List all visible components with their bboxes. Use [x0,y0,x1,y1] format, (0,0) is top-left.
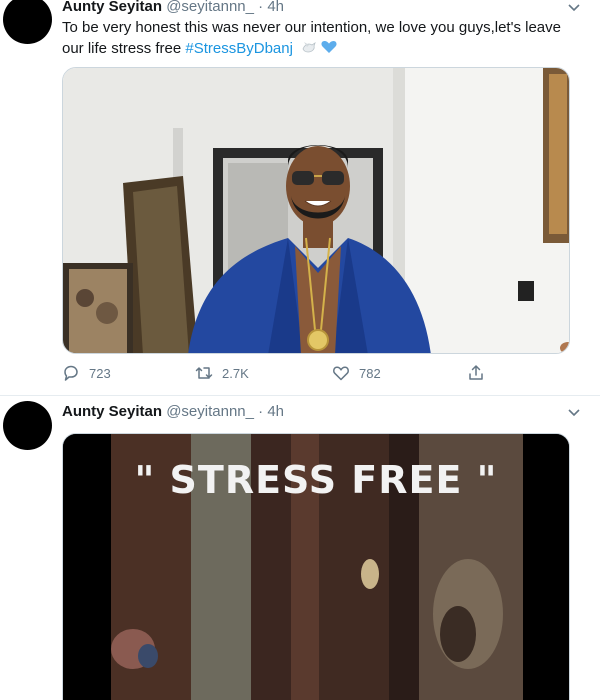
reply-icon [64,365,78,381]
display-name[interactable]: Aunty Seyitan [62,0,162,15]
display-name[interactable]: Aunty Seyitan [62,403,162,420]
reply-button[interactable]: 723 [62,362,111,384]
retweet-button[interactable]: 2.7K [195,362,249,384]
avatar[interactable] [3,0,52,44]
tweet-actions: 723 2.7K 782 [62,362,492,384]
heart-icon [333,366,349,381]
tweet-header: Aunty Seyitan @seyitannn_ · 4h [62,0,580,17]
photo-dbanj [63,68,569,353]
retweet-count: 2.7K [222,365,249,381]
like-button[interactable]: 782 [332,362,381,384]
separator-dot: · [258,403,264,420]
tweet-video[interactable]: " STRESS FREE " [62,433,570,700]
like-count: 782 [359,365,381,381]
user-handle[interactable]: @seyitannn_ [166,403,254,420]
timestamp[interactable]: 4h [267,0,284,15]
tweet-photo[interactable] [62,67,570,354]
share-icon [469,365,483,380]
user-handle[interactable]: @seyitannn_ [166,0,254,15]
chevron-down-icon[interactable] [568,406,580,418]
video-caption: " STRESS FREE " [134,458,498,502]
blue-heart-emoji [321,40,337,53]
separator-dot: · [258,0,264,15]
emoji-group [301,39,337,60]
retweet-icon [195,367,213,379]
tweet[interactable]: Aunty Seyitan @seyitannn_ · 4h To be ver… [0,0,600,396]
dove-emoji [302,41,316,52]
avatar[interactable] [3,401,52,450]
share-button[interactable] [467,362,494,384]
hashtag-link[interactable]: #StressByDbanj [185,40,293,57]
reply-count: 723 [89,365,111,381]
chevron-down-icon[interactable] [568,1,580,13]
timestamp[interactable]: 4h [267,403,284,420]
tweet-header: Aunty Seyitan @seyitannn_ · 4h [62,402,580,422]
tweet-text: To be very honest this was never our int… [62,17,582,60]
tweet[interactable]: Aunty Seyitan @seyitannn_ · 4h " STRESS … [0,396,600,700]
